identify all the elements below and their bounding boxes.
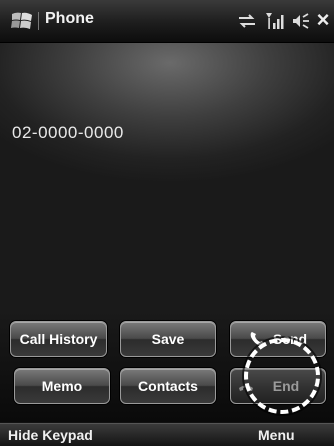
close-button[interactable]: × [312,7,334,33]
app-title: Phone [45,10,94,27]
send-button[interactable]: Send [230,321,326,357]
sync-icon[interactable] [236,10,258,32]
title-bar: Phone × [0,0,334,43]
volume-icon[interactable] [290,10,312,32]
phone-end-icon [239,385,253,391]
contacts-label: Contacts [138,378,198,394]
signal-icon[interactable] [264,10,286,32]
dial-display: 02-0000-0000 [0,43,334,310]
dialed-number: 02-0000-0000 [12,123,124,142]
menu-softkey[interactable]: Menu [258,427,295,443]
phone-send-icon [250,332,265,347]
memo-label: Memo [41,378,83,394]
send-label: Send [272,331,308,347]
call-history-button[interactable]: Call History [10,321,107,357]
call-history-label: Call History [19,331,98,347]
memo-button[interactable]: Memo [14,368,110,404]
title-separator [38,12,39,30]
end-button[interactable]: End [230,368,326,404]
hide-keypad-softkey[interactable]: Hide Keypad [8,427,93,443]
contacts-button[interactable]: Contacts [120,368,216,404]
save-label: Save [151,331,185,347]
end-label: End [272,378,300,394]
save-button[interactable]: Save [120,321,216,357]
windows-start-icon[interactable] [10,9,34,33]
softkey-bar: Hide Keypad Menu [0,423,334,446]
call-keypad: Call History Save Send Memo Contacts End [0,310,334,422]
